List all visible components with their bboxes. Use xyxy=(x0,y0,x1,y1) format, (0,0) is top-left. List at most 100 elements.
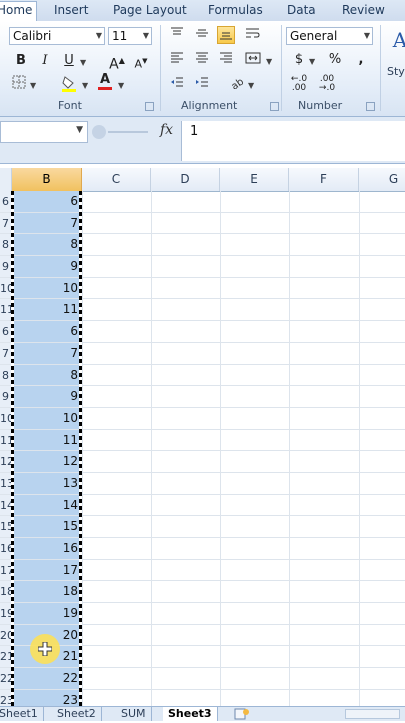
cell-gridline xyxy=(82,212,83,234)
borders-icon[interactable] xyxy=(10,75,28,93)
percent-icon[interactable]: % xyxy=(326,51,344,69)
insert-sheet-icon[interactable] xyxy=(233,708,251,720)
cell-b[interactable]: 19 xyxy=(12,603,82,624)
number-dialog-launcher[interactable] xyxy=(366,102,375,111)
cell-gridline xyxy=(359,581,360,603)
cell-gridline xyxy=(151,668,152,689)
column-header-f[interactable]: F xyxy=(289,168,359,191)
tab-insert[interactable]: Insert xyxy=(50,2,92,21)
cell-b[interactable]: 17 xyxy=(12,559,82,581)
cell-b[interactable]: 8 xyxy=(12,364,82,386)
align-bottom-icon[interactable] xyxy=(217,26,235,44)
cell-b[interactable]: 14 xyxy=(12,494,82,516)
cell-gridline xyxy=(82,516,83,537)
formula-bar-expand-handle[interactable] xyxy=(92,125,106,139)
cell-b[interactable]: 10 xyxy=(12,277,82,299)
decrease-decimal-icon[interactable]: .00 →.0 xyxy=(318,75,336,93)
cell-gridline xyxy=(359,494,360,516)
italic-icon[interactable]: I xyxy=(36,52,54,70)
tab-review[interactable]: Review xyxy=(338,2,389,21)
cell-b[interactable]: 7 xyxy=(12,212,82,234)
align-right-icon[interactable] xyxy=(217,51,235,69)
align-middle-icon[interactable] xyxy=(193,26,211,44)
worksheet-grid[interactable]: B C D E F G 6677889910101111667788991010… xyxy=(0,168,405,706)
cell-b[interactable]: 11 xyxy=(12,429,82,451)
cell-gridline xyxy=(220,191,221,212)
increase-decimal-icon[interactable]: ←.0.00 xyxy=(290,75,308,93)
underline-icon[interactable]: U xyxy=(60,52,78,70)
cell-gridline xyxy=(151,364,152,386)
alignment-group-label: Alignment xyxy=(181,99,238,112)
fill-color-icon[interactable] xyxy=(60,75,78,93)
cell-b[interactable]: 7 xyxy=(12,342,82,364)
shrink-font-icon[interactable]: A▼ xyxy=(132,52,150,71)
align-center-icon[interactable] xyxy=(193,51,211,69)
orientation-icon[interactable]: ab xyxy=(228,75,247,93)
column-header-g[interactable]: G xyxy=(359,168,405,191)
increase-indent-icon[interactable] xyxy=(193,75,211,93)
cell-gridline xyxy=(220,494,221,516)
cell-b[interactable]: 15 xyxy=(12,516,82,537)
cell-gridline xyxy=(359,603,360,624)
cell-gridline xyxy=(289,364,290,386)
align-left-icon[interactable] xyxy=(168,51,186,69)
font-size-value: 11 xyxy=(112,29,128,43)
column-header-c[interactable]: C xyxy=(82,168,151,191)
column-header-e[interactable]: E xyxy=(220,168,289,191)
font-name-combo[interactable]: Calibri ▼ xyxy=(9,27,105,45)
cell-gridline xyxy=(151,386,152,407)
name-box[interactable]: ▼ xyxy=(0,121,88,143)
sheet-tab-sum[interactable]: SUM xyxy=(116,707,152,721)
cell-b[interactable]: 6 xyxy=(12,321,82,342)
horizontal-scrollbar[interactable] xyxy=(345,709,400,719)
wrap-text-icon[interactable] xyxy=(244,26,262,44)
copy-marquee-left xyxy=(11,191,14,706)
cell-gridline xyxy=(82,364,83,386)
cell-b[interactable]: 22 xyxy=(12,668,82,689)
number-format-combo[interactable]: General ▼ xyxy=(286,27,373,45)
cell-b[interactable]: 8 xyxy=(12,234,82,256)
styles-icon[interactable]: A xyxy=(391,30,405,50)
cell-b[interactable]: 9 xyxy=(12,256,82,277)
cell-b[interactable]: 16 xyxy=(12,538,82,559)
decrease-indent-icon[interactable] xyxy=(168,75,186,93)
comma-style-icon[interactable]: , xyxy=(352,51,370,69)
alignment-dialog-launcher[interactable] xyxy=(270,102,279,111)
tab-page-layout[interactable]: Page Layout xyxy=(109,2,191,21)
cell-gridline xyxy=(82,603,83,624)
cell-gridline xyxy=(151,451,152,472)
sheet-tab-sheet1[interactable]: Sheet1 xyxy=(0,707,44,721)
cell-b[interactable]: 18 xyxy=(12,581,82,603)
cell-gridline xyxy=(151,299,152,321)
font-color-icon[interactable]: A xyxy=(96,73,114,91)
cell-gridline xyxy=(220,646,221,668)
cell-gridline xyxy=(289,603,290,624)
chevron-down-icon: ▼ xyxy=(95,31,102,40)
tab-data[interactable]: Data xyxy=(283,2,320,21)
bold-icon[interactable]: B xyxy=(12,52,30,70)
cell-b[interactable]: 12 xyxy=(12,451,82,472)
insert-function-icon[interactable]: fx xyxy=(160,122,173,138)
tab-home[interactable]: Home xyxy=(0,1,38,21)
grow-font-icon[interactable]: A▲ xyxy=(108,52,126,73)
currency-icon[interactable]: $ xyxy=(290,51,308,69)
font-dialog-launcher[interactable] xyxy=(145,102,154,111)
merge-center-icon[interactable] xyxy=(244,51,262,69)
cell-b[interactable]: 6 xyxy=(12,191,82,212)
column-header-b[interactable]: B xyxy=(12,168,82,191)
column-header-d[interactable]: D xyxy=(151,168,220,191)
formula-input[interactable]: 1 xyxy=(181,121,405,161)
font-size-combo[interactable]: 11 ▼ xyxy=(108,27,152,45)
sheet-tab-sheet2[interactable]: Sheet2 xyxy=(52,707,102,721)
tab-formulas[interactable]: Formulas xyxy=(204,2,267,21)
cell-b[interactable]: 11 xyxy=(12,299,82,321)
row-header-corner[interactable] xyxy=(0,168,12,191)
cell-b[interactable]: 10 xyxy=(12,407,82,429)
cell-gridline xyxy=(220,472,221,494)
align-top-icon[interactable] xyxy=(168,26,186,44)
cell-b[interactable]: 23 xyxy=(12,689,82,706)
cell-gridline xyxy=(220,429,221,451)
cell-b[interactable]: 13 xyxy=(12,472,82,494)
sheet-tab-sheet3[interactable]: Sheet3 xyxy=(163,707,218,721)
cell-b[interactable]: 9 xyxy=(12,386,82,407)
